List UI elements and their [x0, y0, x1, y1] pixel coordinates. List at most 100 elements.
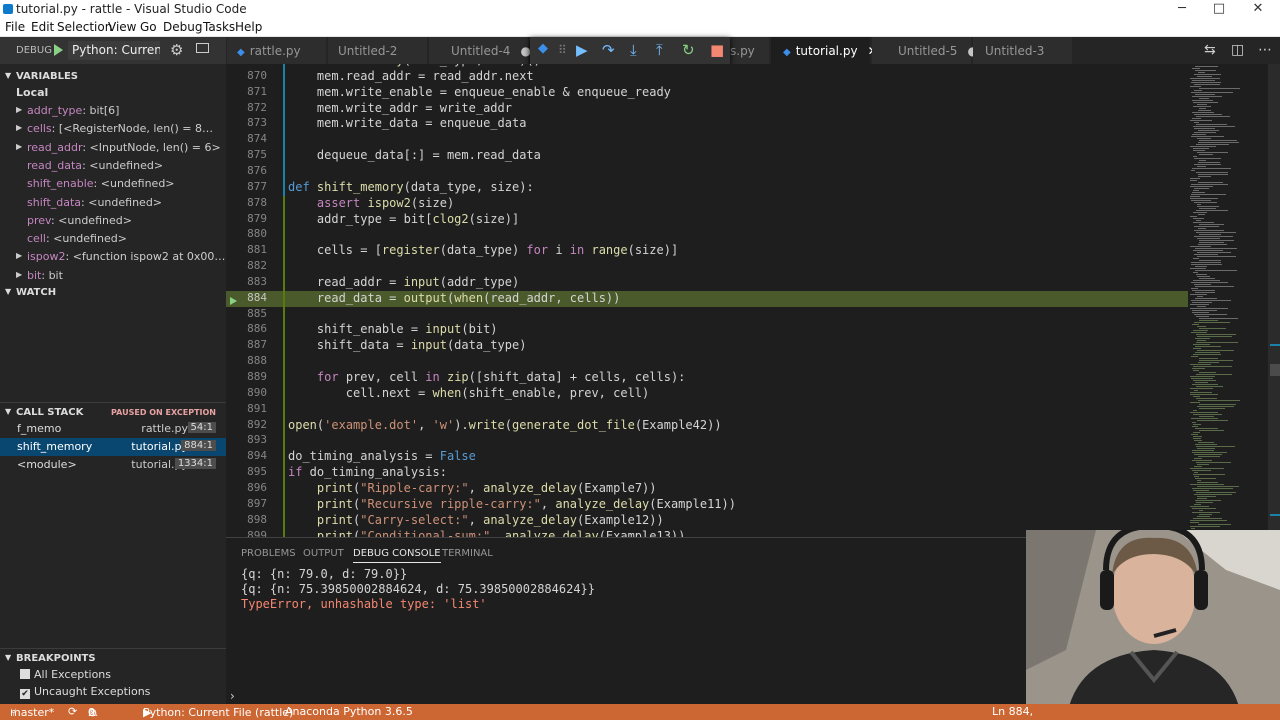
menu-go[interactable]: Go [140, 20, 157, 34]
tab-terminal[interactable]: TERMINAL [442, 548, 493, 559]
stop-icon[interactable]: ■ [710, 41, 724, 59]
variable-row[interactable]: ▶ cells: [<RegisterNode, len() = 8… [0, 120, 226, 138]
menu-help[interactable]: Help [235, 20, 262, 34]
code-line[interactable]: 878 assert ispow2(size) [226, 195, 1188, 212]
more-actions-icon[interactable]: ⋯ [1258, 42, 1272, 58]
variable-row[interactable]: shift_enable: <undefined> [0, 175, 226, 193]
split-editor-icon[interactable]: ◫ [1231, 42, 1244, 58]
code-line[interactable]: 885 [226, 306, 1188, 323]
variable-row[interactable]: ▶ addr_type: bit[6] [0, 102, 226, 120]
menu-edit[interactable]: Edit [31, 20, 54, 34]
code-line[interactable]: 877 def shift_memory(data_type, size): [226, 179, 1188, 196]
chevron-right-icon[interactable]: ▶ [16, 270, 22, 279]
code-line[interactable]: 893 [226, 433, 1188, 450]
call-stack-section-header[interactable]: ▼ CALL STACK PAUSED ON EXCEPTION [0, 402, 226, 422]
menu-tasks[interactable]: Tasks [203, 20, 235, 34]
variable-row[interactable]: read_data: <undefined> [0, 157, 226, 175]
scope-local[interactable]: Local [0, 84, 226, 102]
chevron-right-icon[interactable]: ▶ [16, 123, 22, 132]
minimap[interactable] [1188, 64, 1268, 537]
code-line[interactable]: 879 addr_type = bit[clog2(size)] [226, 211, 1188, 228]
continue-icon[interactable]: ▶ [576, 41, 588, 59]
scroll-thumb[interactable] [1270, 364, 1280, 376]
tab-untitled-5[interactable]: Untitled-5● [872, 37, 978, 64]
code-line[interactable]: 882 [226, 259, 1188, 276]
code-line[interactable]: 886 shift_enable = input(bit) [226, 322, 1188, 339]
stack-frame-selected[interactable]: shift_memory tutorial.py 884:1 [0, 438, 226, 456]
minimap-line [1195, 382, 1208, 383]
code-line[interactable]: 887 shift_data = input(data_type) [226, 338, 1188, 355]
open-changes-icon[interactable]: ⇆ [1204, 42, 1216, 58]
restart-icon[interactable]: ↻ [682, 41, 695, 59]
code-line[interactable]: 888 [226, 354, 1188, 371]
current-code-line[interactable]: 884 read_data = output(when(read_addr, c… [226, 290, 1188, 307]
menu-view[interactable]: View [108, 20, 136, 34]
code-line[interactable]: 894 do_timing_analysis = False [226, 449, 1188, 466]
close-window-button[interactable]: ✕ [1240, 1, 1276, 16]
cursor-position[interactable]: Ln 884, [992, 705, 1033, 718]
debug-config-select[interactable]: Python: Current ▾ [68, 41, 160, 60]
code-line[interactable]: 876 [226, 163, 1188, 180]
minimize-button[interactable]: ─ [1164, 1, 1200, 16]
stack-frame[interactable]: f_memo rattle.py 54:1 [0, 420, 226, 438]
watch-section-header[interactable]: ▼ WATCH [0, 283, 226, 303]
grip-icon[interactable]: ⠿ [558, 43, 567, 57]
tab-tutorial-py[interactable]: ◆tutorial.py✕ [771, 37, 878, 64]
code-line[interactable]: 874 [226, 132, 1188, 149]
checkbox-unchecked-icon[interactable] [20, 669, 30, 679]
code-line[interactable]: 880 [226, 227, 1188, 244]
chevron-right-icon[interactable]: ▶ [16, 105, 22, 114]
code-line[interactable]: 870 mem.read_addr = read_addr.next [226, 68, 1188, 85]
code-line[interactable]: 889 for prev, cell in zip([shift_data] +… [226, 370, 1188, 386]
variable-row[interactable]: cell: <undefined> [0, 230, 226, 248]
code-line[interactable]: 872 mem.write_addr = write_addr [226, 100, 1188, 117]
code-line[interactable]: 871 mem.write_enable = enqueue_enable & … [226, 84, 1188, 101]
chevron-right-icon[interactable]: ▶ [16, 251, 22, 260]
variable-row[interactable]: shift_data: <undefined> [0, 194, 226, 212]
maximize-button[interactable]: □ [1201, 1, 1237, 16]
tab-untitled-4[interactable]: Untitled-4 ● [429, 37, 531, 64]
variable-row[interactable]: ▶ bit: bit [0, 267, 226, 285]
code-editor[interactable]: 869 mem = memory(data_type, size)()870 m… [226, 64, 1280, 537]
vertical-scrollbar[interactable] [1268, 64, 1280, 537]
python-interpreter[interactable]: Anaconda Python 3.6.5 [285, 705, 413, 718]
sync-icon[interactable]: ⟳ [68, 705, 77, 718]
breakpoint-uncaught-exceptions[interactable]: ✔ Uncaught Exceptions [20, 685, 150, 699]
code-line[interactable]: 883 read_addr = input(addr_type) [226, 274, 1188, 291]
tab-label: tutorial.py [795, 44, 858, 58]
code-line[interactable]: 897 print("Recursive ripple-carry:", ana… [226, 496, 1188, 513]
breakpoint-all-exceptions[interactable]: All Exceptions [20, 668, 111, 681]
variable-row[interactable]: prev: <undefined> [0, 212, 226, 230]
code-line[interactable]: 896 print("Ripple-carry:", analyze_delay… [226, 480, 1188, 497]
start-debugging-icon[interactable] [54, 44, 63, 56]
variable-row[interactable]: ▶ ispow2: <function ispow2 at 0x00… [0, 248, 226, 266]
step-into-icon[interactable]: ⤓ [630, 41, 637, 59]
tab-problems[interactable]: PROBLEMS [241, 548, 296, 559]
code-line[interactable]: 875 dequeue_data[:] = mem.read_data [226, 148, 1188, 165]
tab-rattle-py[interactable]: ◆ rattle.py [227, 37, 327, 64]
variable-row[interactable]: ▶ read_addr: <InputNode, len() = 6> [0, 139, 226, 157]
code-line[interactable]: 895 if do_timing_analysis: [226, 465, 1188, 482]
chevron-right-icon[interactable]: ▶ [16, 142, 22, 151]
step-out-icon[interactable]: ⤒ [656, 41, 663, 59]
menu-debug[interactable]: Debug [163, 20, 202, 34]
code-line[interactable]: 873 mem.write_data = enqueue_data [226, 116, 1188, 133]
tab-untitled-2[interactable]: Untitled-2 [328, 37, 428, 64]
tab-debug-console[interactable]: DEBUG CONSOLE [353, 548, 441, 563]
breakpoints-section-header[interactable]: ▼ BREAKPOINTS [0, 648, 226, 668]
code-line[interactable]: 898 print("Carry-select:", analyze_delay… [226, 512, 1188, 529]
menu-selection[interactable]: Selection [57, 20, 112, 34]
stack-frame[interactable]: <module> tutorial.py 1334:1 [0, 456, 226, 474]
code-line[interactable]: 881 cells = [register(data_type) for i i… [226, 243, 1188, 260]
step-over-icon[interactable]: ↷ [602, 41, 615, 59]
console-input-prompt[interactable]: › [230, 689, 235, 703]
debug-console-icon[interactable] [196, 43, 209, 53]
code-line[interactable]: 891 [226, 401, 1188, 418]
code-line[interactable]: 892 open('example.dot', 'w').write(genera… [226, 417, 1188, 434]
checkbox-checked-icon[interactable]: ✔ [20, 689, 30, 699]
menu-file[interactable]: File [5, 20, 25, 34]
gear-icon[interactable]: ⚙ [170, 41, 183, 59]
tab-untitled-3[interactable]: Untitled-3 [973, 37, 1073, 64]
tab-output[interactable]: OUTPUT [303, 548, 344, 559]
code-line[interactable]: 890 cell.next = when(shift_enable, prev,… [226, 385, 1188, 402]
